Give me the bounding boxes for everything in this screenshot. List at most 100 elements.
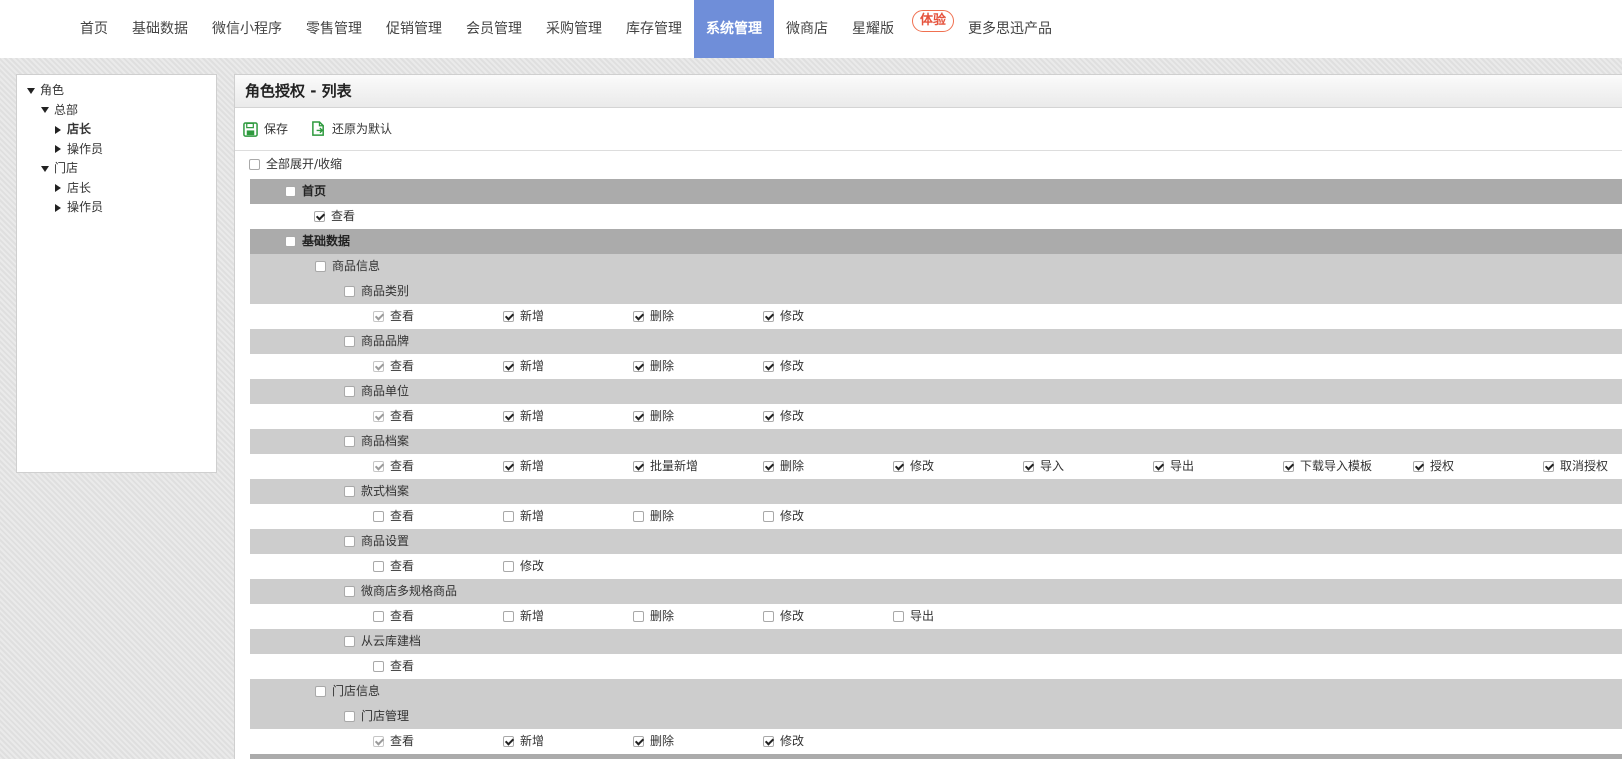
permission-item[interactable]: 删除 — [633, 729, 674, 754]
tree-node[interactable]: 操作员 — [55, 198, 103, 216]
nav-item-8[interactable]: 系统管理 — [694, 0, 774, 58]
group-checkbox[interactable] — [315, 261, 326, 272]
group-checkbox[interactable] — [344, 586, 355, 597]
permission-item[interactable]: 批量新增 — [633, 454, 698, 479]
permission-group[interactable]: 从云库建档 — [344, 629, 421, 654]
group-checkbox[interactable] — [344, 711, 355, 722]
permission-item[interactable]: 查看 — [373, 504, 414, 529]
tree-node[interactable]: 操作员 — [55, 140, 103, 158]
permission-item[interactable]: 取消授权 — [1543, 454, 1608, 479]
group-checkbox[interactable] — [344, 636, 355, 647]
permission-checkbox[interactable] — [503, 411, 514, 422]
permission-item[interactable]: 修改 — [763, 354, 804, 379]
permission-item[interactable]: 授权 — [1413, 454, 1454, 479]
group-checkbox[interactable] — [285, 236, 296, 247]
permission-item[interactable]: 新增 — [503, 604, 544, 629]
permission-checkbox[interactable] — [1153, 461, 1164, 472]
nav-item-9[interactable]: 微商店 — [774, 0, 840, 58]
tree-node[interactable]: 总部 — [41, 101, 78, 119]
permission-item[interactable]: 删除 — [633, 404, 674, 429]
permission-item[interactable]: 查看 — [373, 304, 414, 329]
toggle-all-checkbox[interactable] — [249, 159, 260, 170]
permission-item[interactable]: 修改 — [503, 554, 544, 579]
permission-checkbox[interactable] — [763, 361, 774, 372]
permission-item[interactable]: 查看 — [373, 554, 414, 579]
permission-item[interactable]: 导出 — [893, 604, 934, 629]
tree-node[interactable]: 店长 — [55, 179, 91, 197]
permission-item[interactable]: 新增 — [503, 504, 544, 529]
permission-checkbox[interactable] — [893, 611, 904, 622]
permission-group[interactable]: 商品品牌 — [344, 329, 409, 354]
permission-item[interactable]: 查看 — [314, 204, 355, 229]
group-checkbox[interactable] — [344, 286, 355, 297]
permission-checkbox[interactable] — [763, 511, 774, 522]
permission-item[interactable]: 查看 — [373, 729, 414, 754]
caret-right-icon[interactable] — [55, 184, 61, 192]
save-button[interactable]: 保存 — [243, 120, 288, 138]
permission-item[interactable]: 修改 — [763, 604, 804, 629]
permission-group[interactable]: 商品单位 — [344, 379, 409, 404]
permission-item[interactable]: 删除 — [633, 354, 674, 379]
permission-item[interactable]: 查看 — [373, 454, 414, 479]
permission-checkbox[interactable] — [633, 461, 644, 472]
permission-checkbox[interactable] — [1283, 461, 1294, 472]
permission-item[interactable]: 新增 — [503, 729, 544, 754]
permission-checkbox[interactable] — [633, 611, 644, 622]
permission-item[interactable]: 下载导入模板 — [1283, 454, 1372, 479]
restore-default-button[interactable]: 还原为默认 — [311, 120, 392, 138]
permission-group[interactable]: 微商店多规格商品 — [344, 579, 457, 604]
permission-checkbox[interactable] — [763, 611, 774, 622]
permission-checkbox[interactable] — [373, 511, 384, 522]
group-checkbox[interactable] — [344, 386, 355, 397]
nav-item-3[interactable]: 零售管理 — [294, 0, 374, 58]
permission-checkbox[interactable] — [1023, 461, 1034, 472]
permission-checkbox[interactable] — [763, 736, 774, 747]
permission-group[interactable]: 商品档案 — [344, 429, 409, 454]
nav-item-4[interactable]: 促销管理 — [374, 0, 454, 58]
permission-item[interactable]: 查看 — [373, 604, 414, 629]
permission-checkbox[interactable] — [1543, 461, 1554, 472]
permission-item[interactable]: 查看 — [373, 654, 414, 679]
tree-node[interactable]: 角色 — [27, 81, 64, 99]
permission-checkbox[interactable] — [893, 461, 904, 472]
permission-item[interactable]: 删除 — [763, 454, 804, 479]
permission-item[interactable]: 修改 — [763, 304, 804, 329]
tree-node[interactable]: 门店 — [41, 159, 78, 177]
permission-checkbox[interactable] — [503, 311, 514, 322]
permission-group[interactable]: 商品类别 — [344, 279, 409, 304]
permission-group[interactable]: 款式档案 — [344, 479, 409, 504]
group-checkbox[interactable] — [344, 436, 355, 447]
permission-item[interactable]: 修改 — [893, 454, 934, 479]
permission-item[interactable]: 查看 — [373, 404, 414, 429]
permission-checkbox[interactable] — [633, 411, 644, 422]
caret-down-icon[interactable] — [41, 107, 49, 113]
nav-item-5[interactable]: 会员管理 — [454, 0, 534, 58]
tree-node[interactable]: 店长 — [55, 120, 91, 138]
nav-item-0[interactable]: 首页 — [68, 0, 120, 58]
permission-group[interactable]: 门店信息 — [315, 679, 380, 704]
nav-item-11[interactable]: 更多思迅产品 — [956, 0, 1064, 58]
permission-item[interactable]: 导入 — [1023, 454, 1064, 479]
permission-checkbox[interactable] — [503, 511, 514, 522]
nav-item-10[interactable]: 星耀版 体验 — [840, 0, 954, 58]
permission-checkbox[interactable] — [763, 411, 774, 422]
permission-item[interactable]: 新增 — [503, 354, 544, 379]
permission-checkbox[interactable] — [503, 611, 514, 622]
permission-checkbox[interactable] — [633, 511, 644, 522]
group-checkbox[interactable] — [344, 486, 355, 497]
permission-checkbox[interactable] — [314, 211, 325, 222]
permission-checkbox[interactable] — [763, 311, 774, 322]
permission-checkbox[interactable] — [763, 461, 774, 472]
permission-item[interactable]: 修改 — [763, 404, 804, 429]
caret-down-icon[interactable] — [41, 165, 49, 172]
permission-item[interactable]: 新增 — [503, 404, 544, 429]
permission-group[interactable]: 首页 — [285, 179, 326, 204]
permission-checkbox[interactable] — [633, 736, 644, 747]
permission-group[interactable]: 商品设置 — [344, 529, 409, 554]
permission-checkbox[interactable] — [503, 361, 514, 372]
permission-item[interactable]: 删除 — [633, 604, 674, 629]
toggle-all-row[interactable]: 全部展开/收缩 — [249, 155, 342, 173]
caret-right-icon[interactable] — [55, 125, 61, 134]
permission-item[interactable]: 删除 — [633, 304, 674, 329]
permission-group[interactable]: 基础数据 — [285, 229, 350, 254]
